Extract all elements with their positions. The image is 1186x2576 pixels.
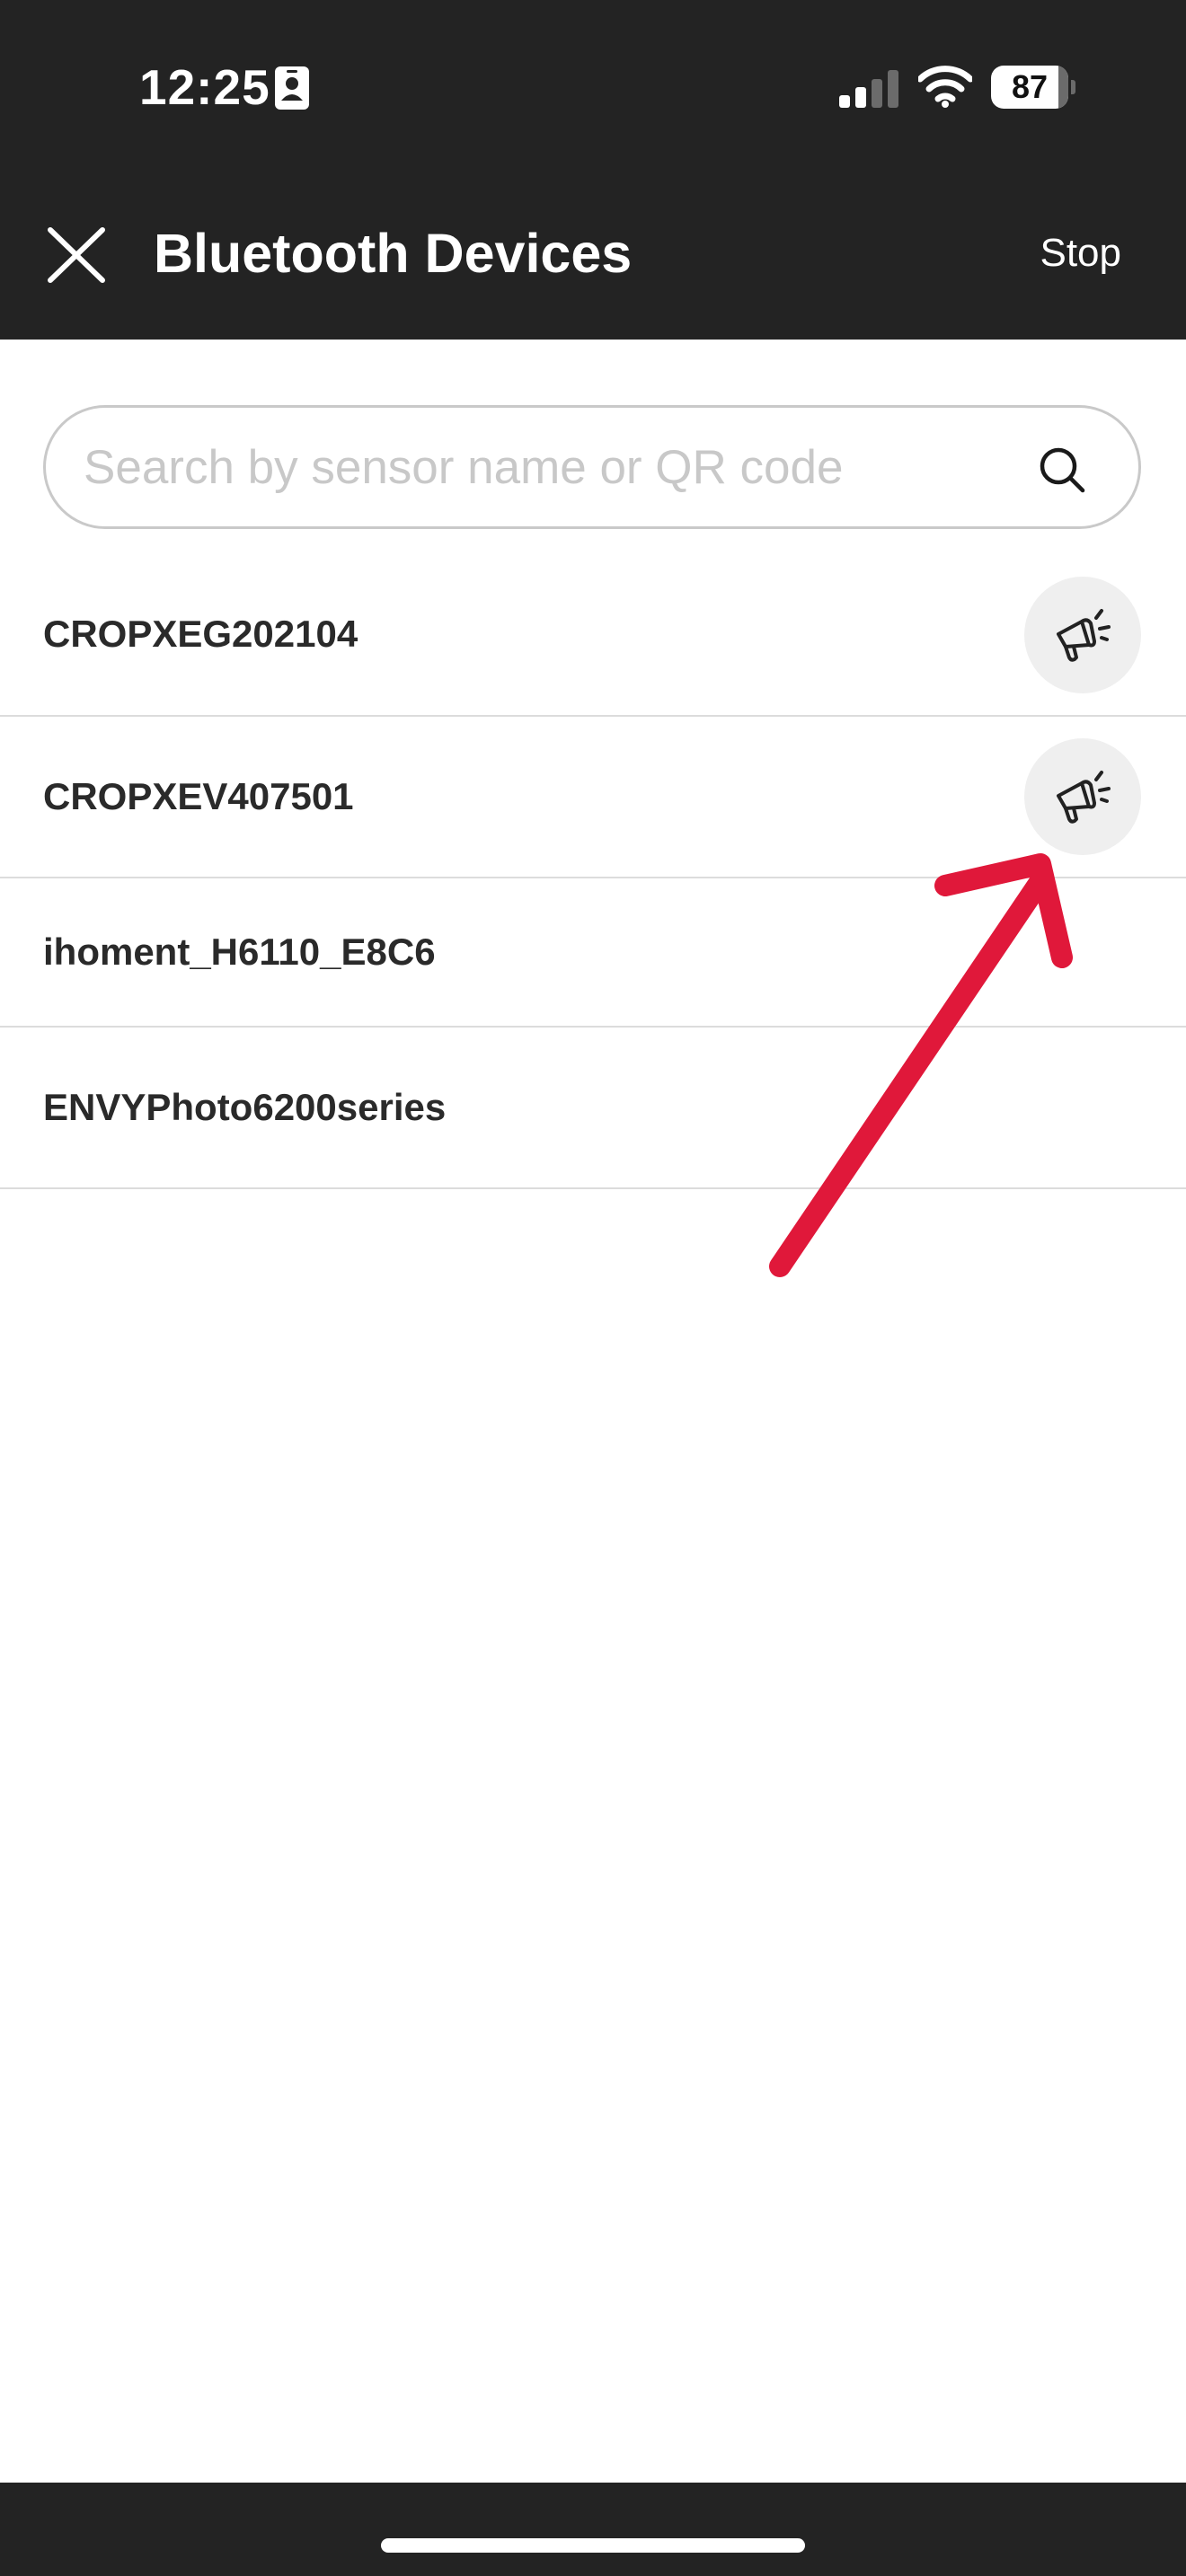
annotation-arrow [769,853,1073,1277]
close-icon [48,227,105,283]
device-name: ihoment_H6110_E8C6 [43,931,436,973]
contact-card-icon [275,66,309,110]
page-title: Bluetooth Devices [154,223,633,284]
search-bar[interactable] [43,405,1141,529]
battery-level: 87 [1011,68,1049,105]
bottom-bar [0,2483,1186,2576]
stop-button[interactable]: Stop [1040,223,1121,284]
device-name: CROPXEV407501 [43,775,354,817]
device-row[interactable]: ihoment_H6110_E8C6 [0,878,1186,1028]
search-input[interactable] [84,408,1018,526]
device-row[interactable]: CROPXEV407501 [0,717,1186,878]
identify-device-button[interactable] [1024,738,1141,855]
cellular-signal-icon [839,70,898,108]
device-name: ENVYPhoto6200series [43,1086,447,1128]
megaphone-icon [1057,609,1111,662]
search-icon[interactable] [1038,446,1086,494]
battery-icon: 87 [991,66,1075,109]
wifi-icon [918,66,972,108]
device-list: CROPXEG202104 CROPXEV407501 ihoment_H611… [0,553,1186,1189]
device-row[interactable]: CROPXEG202104 [0,553,1186,717]
battery-cap [1071,80,1075,94]
identify-device-button[interactable] [1024,577,1141,693]
home-indicator[interactable] [381,2538,805,2553]
device-name: CROPXEG202104 [43,613,358,655]
status-time: 12:25 [139,59,270,115]
device-row[interactable]: ENVYPhoto6200series [0,1028,1186,1189]
close-button[interactable] [43,225,110,286]
megaphone-icon [1057,771,1111,824]
